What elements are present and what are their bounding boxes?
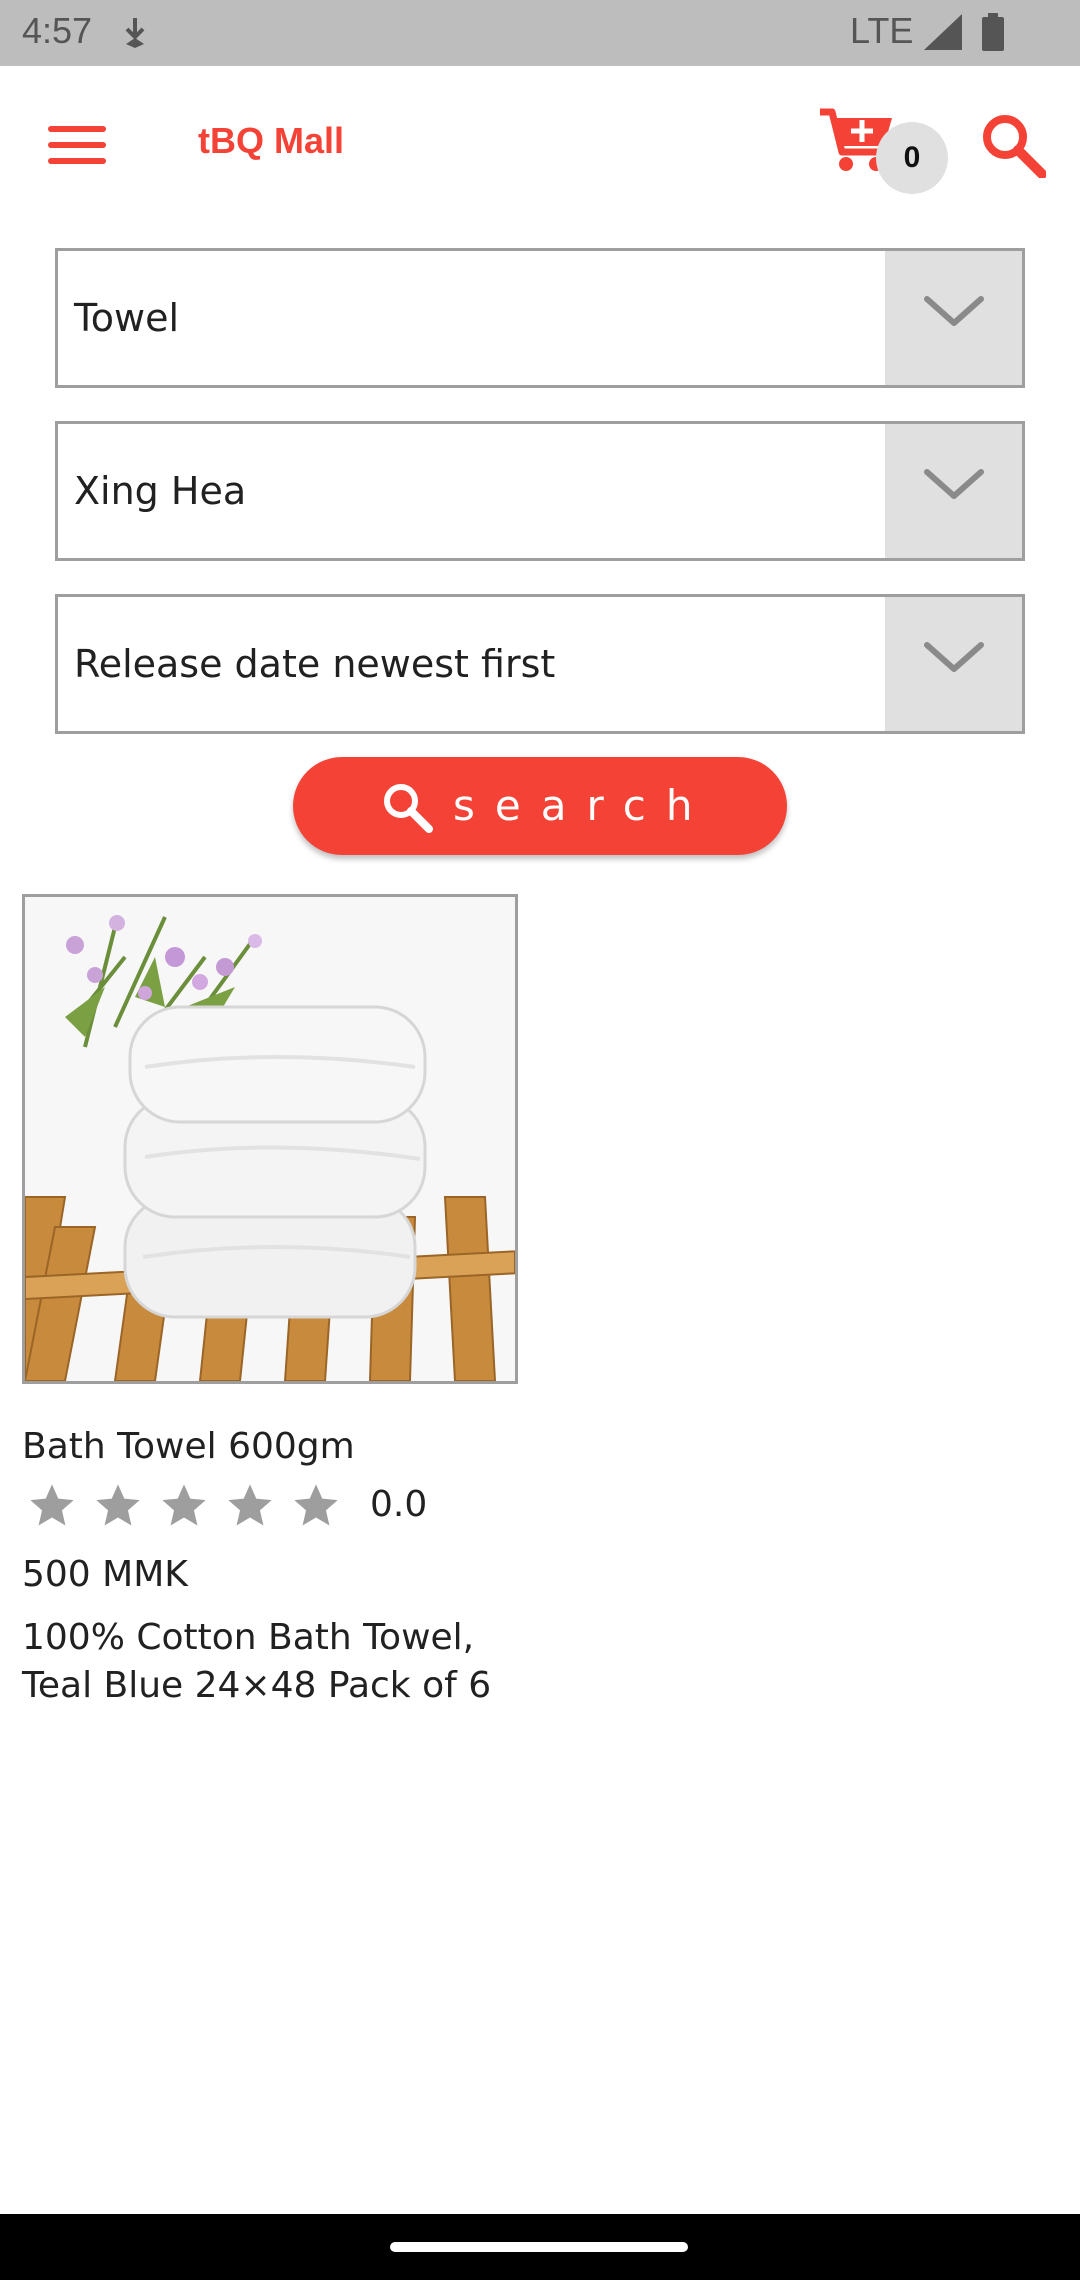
status-time: 4:57 — [22, 10, 93, 51]
chevron-down-icon — [924, 469, 984, 499]
chevron-down-icon — [924, 296, 984, 326]
cart-count-badge: 0 — [876, 122, 948, 194]
brand-dropdown-toggle[interactable] — [885, 424, 1022, 558]
search-icon[interactable] — [980, 112, 1046, 178]
category-dropdown-toggle[interactable] — [885, 251, 1022, 385]
battery-icon — [982, 13, 1004, 51]
network-type: LTE — [850, 10, 914, 51]
star-icon — [294, 1484, 338, 1526]
download-icon — [125, 18, 145, 48]
rating-value: 0.0 — [370, 1484, 428, 1525]
status-bar: 4:57 LTE — [0, 0, 1080, 66]
brand-dropdown-value: Xing Hea — [74, 469, 247, 513]
home-gesture-handle[interactable] — [390, 2242, 688, 2252]
star-icon — [162, 1484, 206, 1526]
category-dropdown[interactable]: Towel — [55, 248, 1025, 388]
search-button[interactable]: search — [293, 757, 787, 855]
system-nav-bar — [0, 2214, 1080, 2280]
menu-icon[interactable] — [40, 118, 114, 172]
signal-icon — [924, 14, 962, 50]
product-name: Bath Towel 600gm — [22, 1426, 355, 1467]
app-title: tBQ Mall — [198, 120, 345, 161]
star-icon — [30, 1484, 74, 1526]
search-icon — [384, 784, 433, 833]
product-image[interactable] — [22, 894, 518, 1384]
brand-dropdown[interactable]: Xing Hea — [55, 421, 1025, 561]
sort-dropdown-toggle[interactable] — [885, 597, 1022, 731]
app-bar: tBQ Mall 0 — [0, 66, 1080, 222]
product-description: 100% Cotton Bath Towel, Teal Blue 24×48 … — [22, 1617, 492, 1706]
category-dropdown-value: Towel — [74, 296, 180, 340]
product-card[interactable]: Bath Towel 600gm 0.0 500 MMK 100% Cotton… — [20, 894, 520, 1714]
sort-dropdown[interactable]: Release date newest first — [55, 594, 1025, 734]
star-icon — [96, 1484, 140, 1526]
chevron-down-icon — [924, 642, 984, 672]
product-price: 500 MMK — [22, 1554, 188, 1595]
sort-dropdown-value: Release date newest first — [74, 642, 556, 686]
star-icon — [228, 1484, 272, 1526]
folded-towels-image — [25, 897, 515, 1381]
search-button-label: search — [453, 781, 713, 830]
